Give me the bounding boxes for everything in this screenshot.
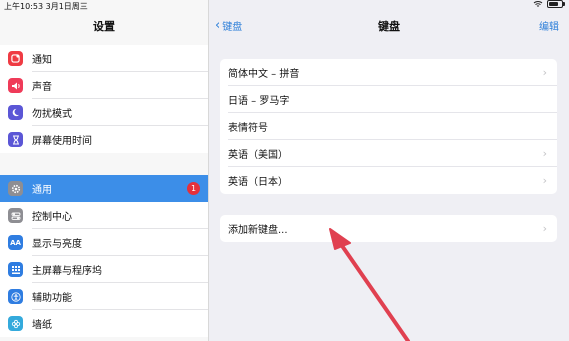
annotation-arrow [329, 228, 410, 341]
